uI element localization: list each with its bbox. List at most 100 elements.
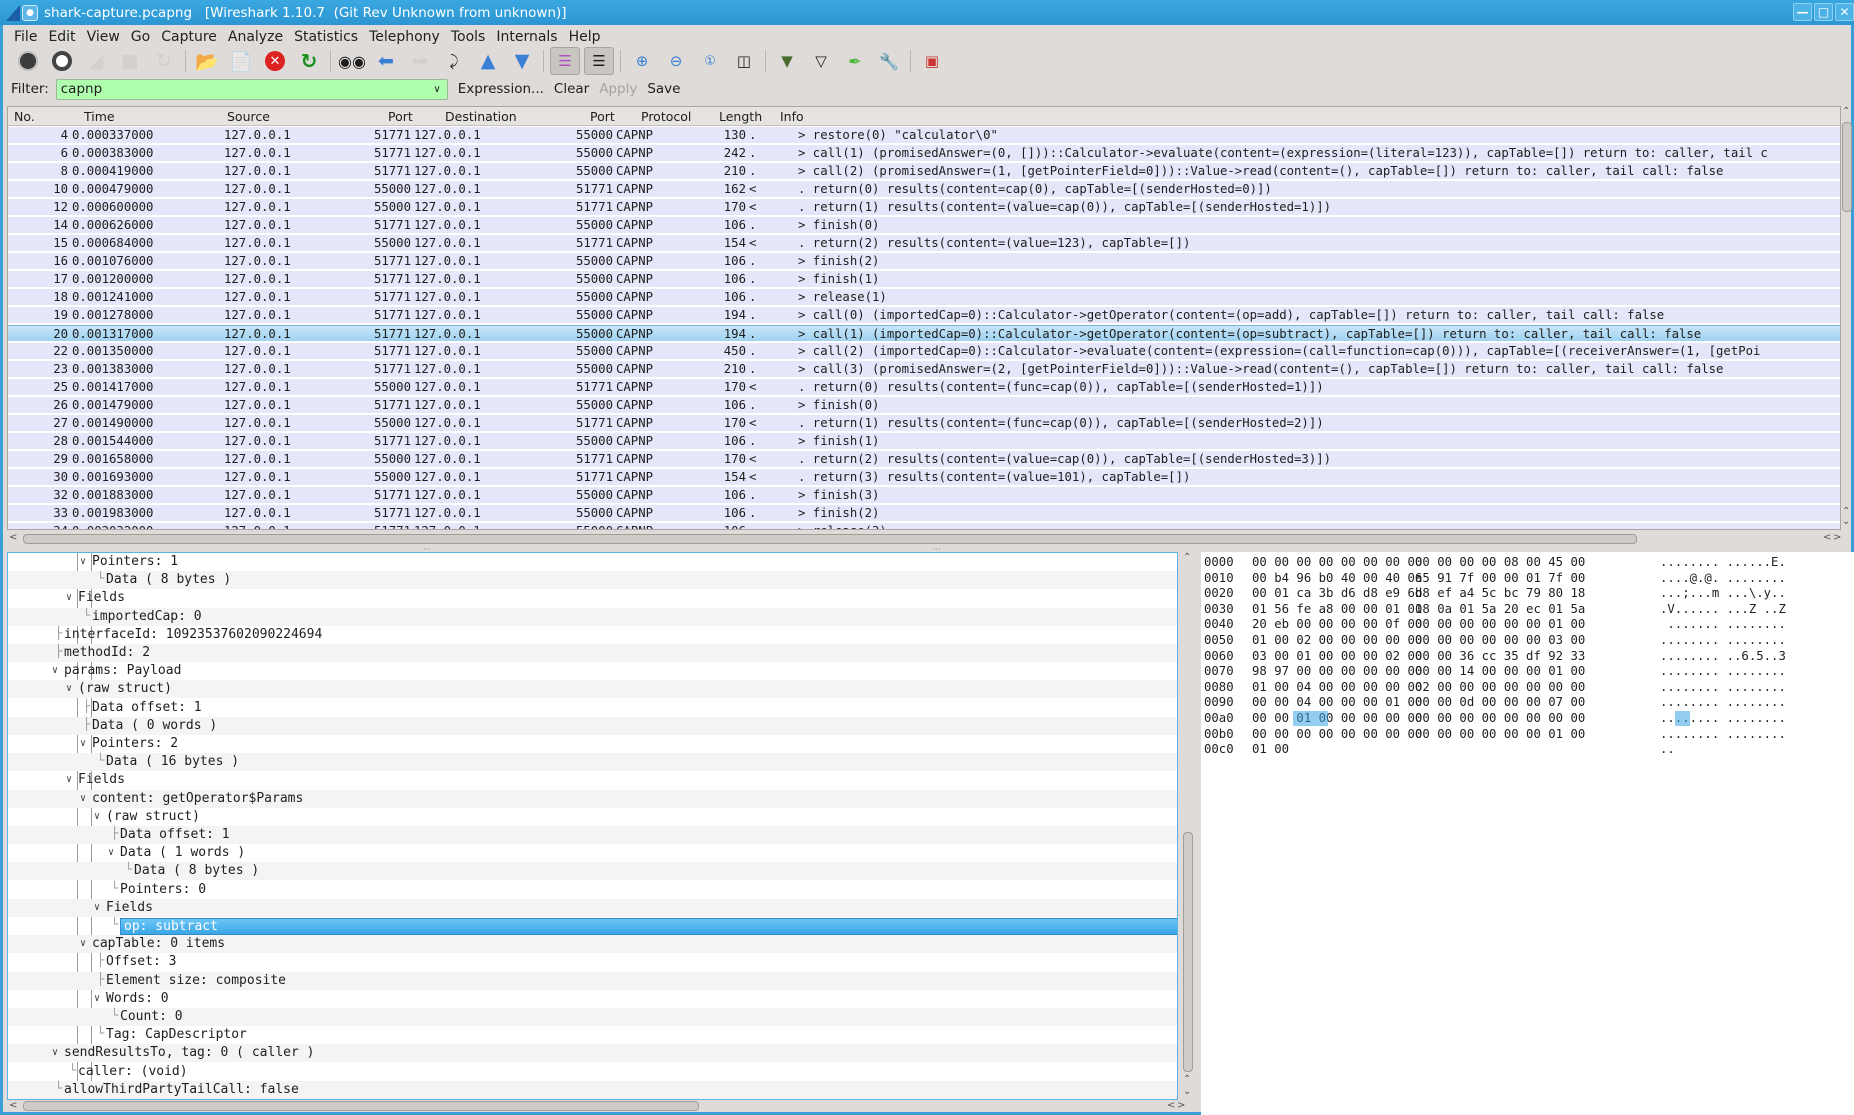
window-menu-icon[interactable]: ● (22, 4, 38, 21)
packet-row[interactable]: 28 0.001544000 127.0.0.1 51771 127.0.0.1 5500… (8, 433, 1840, 450)
tree-item[interactable]: ∨ Fields (8, 589, 1177, 607)
column-header-no[interactable]: No. (14, 109, 35, 124)
tree-item[interactable]: ∨ (raw struct) (8, 680, 1177, 699)
column-header-info[interactable]: Info (780, 109, 804, 124)
packet-row[interactable]: 19 0.001278000 127.0.0.1 51771 127.0.0.1 5500… (8, 307, 1840, 324)
go-first-icon[interactable]: ▲ (471, 47, 505, 75)
tree-item[interactable]: ├ Offset: 3 (8, 953, 1177, 971)
expand-arrow-icon[interactable]: ∨ (66, 592, 72, 603)
apply-button[interactable]: Apply (599, 81, 637, 97)
capture-filters-icon[interactable]: ▼ (770, 47, 804, 75)
packet-row[interactable]: 14 0.000626000 127.0.0.1 51771 127.0.0.1 5500… (8, 217, 1840, 234)
tree-item[interactable]: ∨ Fields (8, 898, 1177, 917)
menu-tools[interactable]: Tools (448, 29, 494, 45)
packet-row[interactable]: 15 0.000684000 127.0.0.1 55000 127.0.0.1 5177… (8, 235, 1840, 252)
close-window-button[interactable]: ✕ (1835, 3, 1854, 21)
menu-view[interactable]: View (84, 29, 128, 45)
tree-item[interactable]: └ Data ( 16 bytes ) (8, 753, 1177, 772)
restart-capture-icon[interactable]: ↻ (147, 47, 181, 75)
packet-row[interactable]: 6 0.000383000 127.0.0.1 51771 127.0.0.1 55000… (8, 145, 1840, 162)
expression-button[interactable]: Expression... (458, 81, 544, 97)
packet-row[interactable]: 17 0.001200000 127.0.0.1 51771 127.0.0.1 5500… (8, 271, 1840, 288)
expand-arrow-icon[interactable]: ∨ (80, 938, 86, 949)
resize-columns-icon[interactable]: ◫ (727, 47, 761, 75)
tree-item[interactable]: └ Data ( 8 bytes ) (8, 571, 1177, 590)
scroll-right-icon[interactable]: > (1177, 1100, 1185, 1111)
coloring-rules-icon[interactable]: ✒ (838, 47, 872, 75)
tree-item[interactable]: ∨ Data ( 1 words ) (8, 844, 1177, 862)
menu-help[interactable]: Help (566, 29, 609, 45)
go-back-icon[interactable]: ⬅ (369, 47, 403, 75)
column-header-destination-port[interactable]: Port (590, 109, 615, 124)
tree-item[interactable]: ∨ content: getOperator$Params (8, 789, 1177, 808)
tree-item[interactable]: ∨ Pointers: 2 (8, 735, 1177, 753)
column-header-source[interactable]: Source (227, 109, 270, 124)
scrollbar-thumb[interactable] (1842, 122, 1852, 212)
tree-item[interactable]: ∨ Pointers: 1 (8, 553, 1177, 571)
expand-arrow-icon[interactable]: ∨ (80, 738, 86, 749)
packet-row[interactable]: 22 0.001350000 127.0.0.1 51771 127.0.0.1 5500… (8, 343, 1840, 360)
expand-arrow-icon[interactable]: ∨ (52, 1047, 58, 1058)
interfaces-icon[interactable] (11, 47, 45, 75)
expand-arrow-icon[interactable]: ∨ (94, 902, 100, 913)
clear-button[interactable]: Clear (554, 81, 589, 97)
help-icon[interactable]: ▣ (915, 47, 949, 75)
tree-item[interactable]: └ op: subtract (8, 917, 1177, 935)
packet-row[interactable]: 33 0.001983000 127.0.0.1 51771 127.0.0.1 5500… (8, 505, 1840, 522)
filter-input[interactable]: capnp ∨ (55, 78, 448, 100)
packet-row[interactable]: 10 0.000479000 127.0.0.1 55000 127.0.0.1 5177… (8, 181, 1840, 198)
scroll-up-icon[interactable]: ⌃ (1842, 106, 1850, 117)
tree-item[interactable]: ∨ Fields (8, 771, 1177, 789)
packet-row[interactable]: 29 0.001658000 127.0.0.1 55000 127.0.0.1 5177… (8, 451, 1840, 468)
maximize-button[interactable]: □ (1814, 3, 1833, 21)
tree-item[interactable]: └ importedCap: 0 (8, 607, 1177, 626)
tree-item[interactable]: ∨ params: Payload (8, 662, 1177, 680)
go-to-packet-icon[interactable]: ⤸ (437, 47, 471, 75)
column-header-destination[interactable]: Destination (445, 109, 517, 124)
tree-item[interactable]: ├ methodId: 2 (8, 644, 1177, 662)
column-header-source-port[interactable]: Port (388, 109, 413, 124)
packet-row[interactable]: 340.002032000127.0.0.151771127.0.0.15500… (8, 523, 1840, 529)
tree-item[interactable]: ├ Element size: composite (8, 971, 1177, 990)
packet-row[interactable]: 25 0.001417000 127.0.0.1 55000 127.0.0.1 5177… (8, 379, 1840, 396)
tree-item[interactable]: ∨ capTable: 0 items (8, 935, 1177, 954)
reload-icon[interactable]: ↻ (292, 47, 326, 75)
auto-scroll-icon[interactable]: ☰ (584, 47, 614, 75)
column-header-time[interactable]: Time (84, 109, 115, 124)
stop-capture-icon[interactable]: ■ (113, 47, 147, 75)
packet-row[interactable]: 32 0.001883000 127.0.0.1 51771 127.0.0.1 5500… (8, 487, 1840, 504)
scroll-down-icon[interactable]: ⌄ (1842, 516, 1850, 527)
details-vscrollbar[interactable]: ⌃ ⌃ ⌄ (1181, 552, 1195, 1100)
tree-item[interactable]: └ allowThirdPartyTailCall: false (8, 1080, 1177, 1099)
go-forward-icon[interactable]: ➡ (403, 47, 437, 75)
packet-row[interactable]: 16 0.001076000 127.0.0.1 51771 127.0.0.1 5500… (8, 253, 1840, 270)
tree-item[interactable]: ∨ sendResultsTo, tag: 0 ( caller ) (8, 1044, 1177, 1063)
zoom-in-icon[interactable]: ⊕ (625, 47, 659, 75)
normal-size-icon[interactable]: ① (693, 47, 727, 75)
expand-arrow-icon[interactable]: ∨ (94, 811, 100, 822)
tree-item[interactable]: └ Pointers: 0 (8, 881, 1177, 899)
scroll-left-icon[interactable]: < (9, 532, 17, 543)
open-file-icon[interactable]: 📂 (190, 47, 224, 75)
close-file-icon[interactable]: ✕ (258, 47, 292, 75)
tree-item[interactable]: ∨ (raw struct) (8, 808, 1177, 826)
expand-arrow-icon[interactable]: ∨ (66, 683, 72, 694)
expand-arrow-icon[interactable]: ∨ (66, 774, 72, 785)
tree-item[interactable]: ├ interfaceId: 10923537602090224694 (8, 626, 1177, 644)
zoom-out-icon[interactable]: ⊖ (659, 47, 693, 75)
save-filter-button[interactable]: Save (647, 81, 680, 97)
tree-item[interactable]: ∨ Words: 0 (8, 990, 1177, 1008)
packet-row[interactable]: 20 0.001317000 127.0.0.1 51771 127.0.0.1 5500… (8, 325, 1840, 342)
filter-value[interactable]: capnp (61, 81, 102, 97)
find-packet-icon[interactable]: ◉◉ (335, 47, 369, 75)
packet-row[interactable]: 27 0.001490000 127.0.0.1 55000 127.0.0.1 5177… (8, 415, 1840, 432)
scrollbar-thumb[interactable] (1183, 832, 1193, 1072)
scroll-down-icon[interactable]: ⌄ (1183, 1086, 1191, 1097)
tree-item[interactable]: └ caller: (void) (8, 1063, 1177, 1081)
options-icon[interactable] (45, 47, 79, 75)
menu-capture[interactable]: Capture (158, 29, 225, 45)
packet-row[interactable]: 23 0.001383000 127.0.0.1 51771 127.0.0.1 5500… (8, 361, 1840, 378)
packet-row[interactable]: 26 0.001479000 127.0.0.1 51771 127.0.0.1 5500… (8, 397, 1840, 414)
scrollbar-thumb[interactable] (23, 534, 1637, 544)
menu-statistics[interactable]: Statistics (291, 29, 366, 45)
